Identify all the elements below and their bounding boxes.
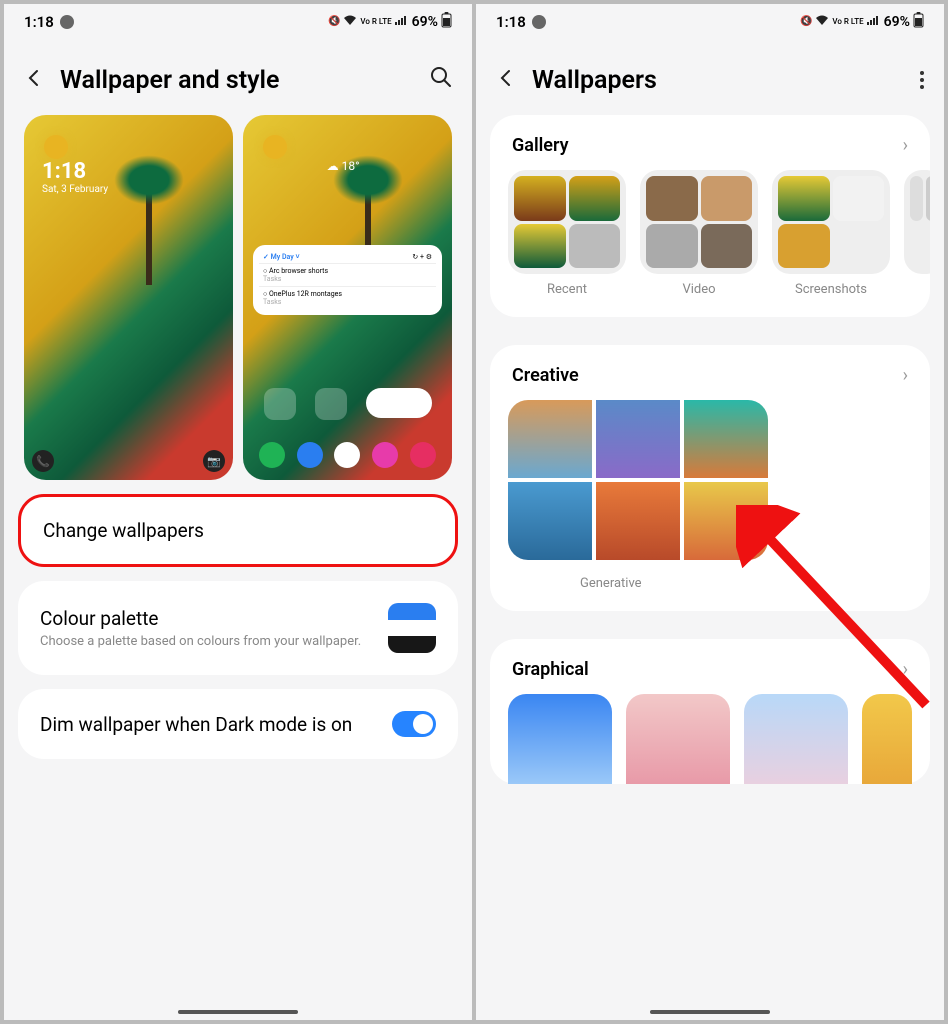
more-icon[interactable] <box>920 71 924 89</box>
chevron-right-icon: › <box>903 659 908 680</box>
lock-date: Sat, 3 February <box>42 184 108 195</box>
gallery-item-more[interactable] <box>904 170 930 297</box>
status-bar: 1:18 🔇 Vo R LTE 69% <box>4 4 472 35</box>
page-title: Wallpaper and style <box>60 66 414 95</box>
dim-wallpaper-row: Dim wallpaper when Dark mode is on <box>18 689 458 759</box>
chevron-right-icon: › <box>903 365 908 386</box>
signal-icon <box>867 15 879 28</box>
gallery-header[interactable]: Gallery › <box>490 135 930 170</box>
colour-palette-sub: Choose a palette based on colours from y… <box>40 634 361 649</box>
page-title: Wallpapers <box>532 66 904 95</box>
battery-percent: 69% <box>884 14 910 30</box>
weather-widget: ☁ 18° <box>327 159 360 173</box>
mute-icon: 🔇 <box>800 16 812 27</box>
graphical-title: Graphical <box>512 659 589 680</box>
camera-shortcut-icon: 📷 <box>203 450 225 472</box>
wallpaper-previews: 1:18 Sat, 3 February 📞 📷 ☁ 18° ✓ My Day … <box>18 115 458 480</box>
home-screen-preview[interactable]: ☁ 18° ✓ My Day ˅↻ + ⚙ ○ Arc browser shor… <box>243 115 452 480</box>
gallery-label: Video <box>682 282 715 297</box>
page-header: Wallpapers <box>476 35 944 115</box>
battery-icon <box>441 12 452 31</box>
status-time: 1:18 <box>496 13 526 31</box>
wifi-icon <box>815 14 829 29</box>
status-right: 🔇 Vo R LTE 69% <box>800 12 924 31</box>
change-wallpapers-button[interactable]: Change wallpapers <box>18 494 458 567</box>
colour-palette-row[interactable]: Colour palette Choose a palette based on… <box>18 581 458 675</box>
home-apps-row <box>257 388 438 420</box>
graphical-wallpaper[interactable] <box>626 694 730 784</box>
signal-icon <box>395 15 407 28</box>
status-time: 1:18 <box>24 13 54 31</box>
creative-header[interactable]: Creative › <box>490 365 930 400</box>
home-dock <box>257 442 438 468</box>
graphical-wallpaper[interactable] <box>862 694 912 784</box>
change-wallpapers-label: Change wallpapers <box>43 519 433 542</box>
graphical-wallpaper[interactable] <box>508 694 612 784</box>
search-icon[interactable] <box>430 66 452 94</box>
gallery-section: Gallery › Recent <box>490 115 930 317</box>
gallery-label: Screenshots <box>795 282 867 297</box>
graphical-section: Graphical › <box>490 639 930 784</box>
gallery-item-screenshots[interactable]: Screenshots <box>772 170 890 297</box>
gallery-label: Recent <box>547 282 587 297</box>
creative-label: Generative <box>580 576 642 591</box>
graphical-header[interactable]: Graphical › <box>490 659 930 694</box>
creative-section: Creative › Generative <box>490 345 930 611</box>
tasks-widget: ✓ My Day ˅↻ + ⚙ ○ Arc browser shortsTask… <box>253 245 442 315</box>
creative-title: Creative <box>512 365 579 386</box>
back-icon[interactable] <box>496 65 516 95</box>
creative-item-generative[interactable]: Generative <box>490 400 930 591</box>
gallery-title: Gallery <box>512 135 569 156</box>
status-right: 🔇 Vo R LTE 69% <box>328 12 452 31</box>
back-icon[interactable] <box>24 65 44 95</box>
status-bar: 1:18 🔇 Vo R LTE 69% <box>476 4 944 35</box>
home-indicator[interactable] <box>650 1010 770 1014</box>
network-indicator: Vo R LTE <box>360 18 391 26</box>
network-indicator: Vo R LTE <box>832 18 863 26</box>
wifi-icon <box>343 14 357 29</box>
gallery-item-video[interactable]: Video <box>640 170 758 297</box>
phone-shortcut-icon: 📞 <box>32 450 54 472</box>
colour-palette-title: Colour palette <box>40 607 361 630</box>
graphical-wallpaper[interactable] <box>744 694 848 784</box>
battery-percent: 69% <box>412 14 438 30</box>
battery-icon <box>913 12 924 31</box>
home-indicator[interactable] <box>178 1010 298 1014</box>
dnd-icon <box>60 15 74 29</box>
lock-time: 1:18 <box>42 159 108 184</box>
screen-wallpapers: 1:18 🔇 Vo R LTE 69% Wallpapers <box>476 4 944 1020</box>
gallery-item-recent[interactable]: Recent <box>508 170 626 297</box>
palette-swatch <box>388 603 436 653</box>
chevron-right-icon: › <box>903 135 908 156</box>
mute-icon: 🔇 <box>328 16 340 27</box>
screen-wallpaper-and-style: 1:18 🔇 Vo R LTE 69% Wallpaper and style <box>4 4 472 1020</box>
dim-wallpaper-toggle[interactable] <box>392 711 436 737</box>
dnd-icon <box>532 15 546 29</box>
dim-wallpaper-title: Dim wallpaper when Dark mode is on <box>40 713 352 736</box>
lock-screen-preview[interactable]: 1:18 Sat, 3 February 📞 📷 <box>24 115 233 480</box>
page-header: Wallpaper and style <box>4 35 472 115</box>
